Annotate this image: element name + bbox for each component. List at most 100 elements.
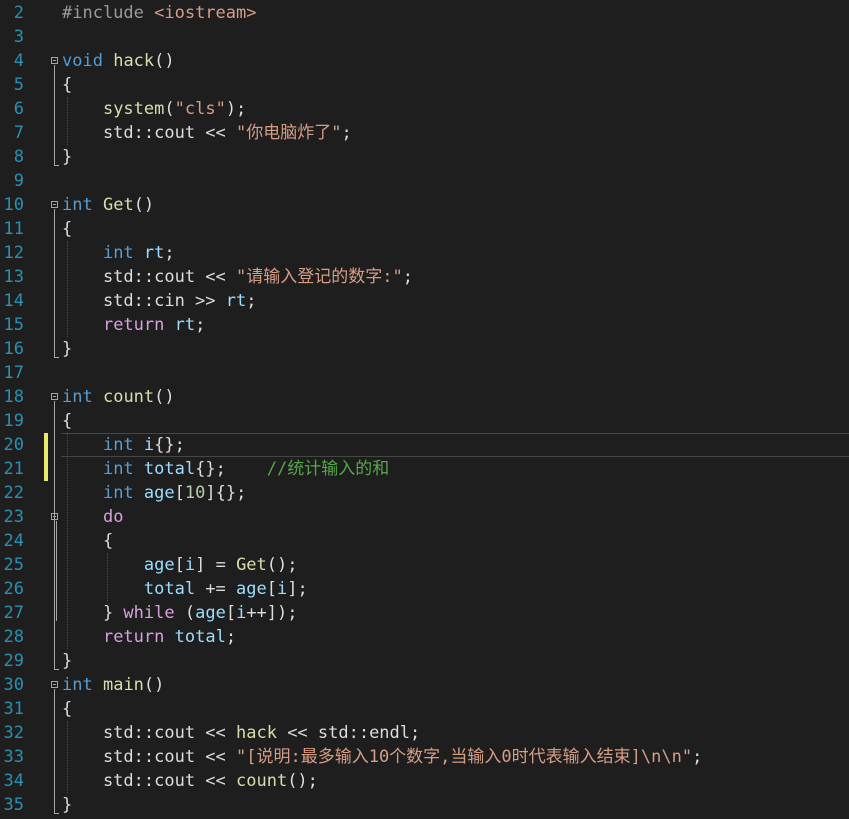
code-line[interactable]: 11 { <box>0 217 849 241</box>
code-token: () <box>133 195 155 215</box>
code-line[interactable]: 5{ <box>0 73 849 97</box>
code-line[interactable]: 6 system("cls"); <box>0 97 849 121</box>
code-text: int age[10]{}; <box>62 483 246 503</box>
code-token: ( <box>164 99 175 119</box>
collapse-icon[interactable] <box>51 57 58 64</box>
change-marker <box>44 433 48 457</box>
code-text: int count() <box>62 387 175 407</box>
code-line[interactable]: 20 int i{}; <box>0 433 849 457</box>
code-text: { <box>62 699 72 719</box>
code-text: { <box>62 75 72 95</box>
code-text: { <box>62 411 72 431</box>
code-line[interactable]: 35} <box>0 793 849 817</box>
line-number: 23 <box>3 507 24 527</box>
code-line[interactable]: 23 do <box>0 505 849 529</box>
code-line[interactable]: 3 <box>0 25 849 49</box>
code-token: total <box>143 579 196 599</box>
collapse-icon[interactable] <box>51 201 58 208</box>
code-token: i <box>143 435 155 455</box>
code-token: age <box>195 603 226 623</box>
code-line[interactable]: 34 std::cout << count(); <box>0 769 849 793</box>
code-line[interactable]: 32 std::cout << hack << std::endl; <box>0 721 849 745</box>
code-token: std::cout << <box>62 747 236 767</box>
code-token: std::cout << <box>62 723 236 743</box>
code-token: int <box>62 675 93 695</box>
code-line[interactable]: 19 { <box>0 409 849 433</box>
code-line[interactable]: 17 <box>0 361 849 385</box>
code-token: [ <box>266 579 277 599</box>
code-line[interactable]: 33 std::cout << "[说明:最多输入10个数字,当输入0时代表输入… <box>0 745 849 769</box>
code-line[interactable]: 15 return rt; <box>0 313 849 337</box>
code-token: } <box>62 795 73 815</box>
code-line[interactable]: 18 int count() <box>0 385 849 409</box>
code-token: () <box>154 387 175 407</box>
code-token: "你电脑炸了" <box>236 123 342 143</box>
code-token: main <box>102 675 144 695</box>
fold-region-line <box>56 521 57 621</box>
code-token: count <box>102 387 155 407</box>
code-token: count <box>236 771 288 791</box>
code-line[interactable]: 24 { <box>0 529 849 553</box>
code-token: {}; <box>195 459 267 479</box>
line-number: 26 <box>3 579 24 599</box>
code-token: int <box>102 243 134 263</box>
code-line[interactable]: 30 int main() <box>0 673 849 697</box>
line-number: 5 <box>13 75 24 95</box>
code-token: std::cin >> <box>62 291 226 311</box>
code-token: ( <box>174 603 196 623</box>
code-line[interactable]: 12 int rt; <box>0 241 849 265</box>
code-line[interactable]: 28 return total; <box>0 625 849 649</box>
code-text: int rt; <box>62 243 175 263</box>
indent-guide <box>67 97 68 145</box>
code-line[interactable]: 8} <box>0 145 849 169</box>
code-line[interactable]: 10 int Get() <box>0 193 849 217</box>
code-token: [ <box>174 483 185 503</box>
code-token: ]{}; <box>205 483 247 503</box>
code-line[interactable]: 14 std::cin >> rt; <box>0 289 849 313</box>
code-token: <iostream> <box>154 3 257 23</box>
line-number: 22 <box>3 483 24 503</box>
line-number: 13 <box>3 267 24 287</box>
code-token: int <box>62 387 93 407</box>
code-text: do <box>62 507 123 527</box>
line-number: 17 <box>3 363 24 383</box>
code-token: ++]); <box>246 603 298 623</box>
code-token: age <box>236 579 267 599</box>
code-text: } while (age[i++]); <box>62 603 298 623</box>
collapse-icon[interactable] <box>51 393 58 400</box>
code-line[interactable]: 29} <box>0 649 849 673</box>
code-line[interactable]: 31 { <box>0 697 849 721</box>
code-line[interactable]: 16} <box>0 337 849 361</box>
code-line[interactable]: 27 } while (age[i++]); <box>0 601 849 625</box>
line-number: 12 <box>3 243 24 263</box>
code-text: int main() <box>62 675 164 695</box>
code-line[interactable]: 9 <box>0 169 849 193</box>
code-line[interactable]: 22 int age[10]{}; <box>0 481 849 505</box>
code-editor[interactable]: 2 #include <iostream> 3 4 void hack() 5{6 sys… <box>0 0 849 819</box>
code-line[interactable]: 26 total += age[i]; <box>0 577 849 601</box>
code-line[interactable]: 21 int total{}; //统计输入的和 <box>0 457 849 481</box>
code-token: age <box>143 555 175 575</box>
code-token: int <box>102 435 134 455</box>
code-token: 10 <box>184 483 206 503</box>
fold-end-marker <box>54 165 59 166</box>
code-line[interactable]: 7 std::cout << "你电脑炸了"; <box>0 121 849 145</box>
collapse-icon[interactable] <box>51 681 58 688</box>
code-token: ); <box>225 99 247 119</box>
fold-region-line <box>54 689 55 813</box>
code-token: { <box>62 531 114 551</box>
code-line[interactable]: 25 age[i] = Get(); <box>0 553 849 577</box>
code-token: [ <box>174 555 185 575</box>
code-text: int total{}; //统计输入的和 <box>62 459 389 479</box>
code-line[interactable]: 2 #include <iostream> <box>0 1 849 25</box>
code-line[interactable]: 4 void hack() <box>0 49 849 73</box>
code-line[interactable]: 13 std::cout << "请输入登记的数字:"; <box>0 265 849 289</box>
code-text: { <box>62 531 113 551</box>
fold-region-line <box>54 209 55 357</box>
